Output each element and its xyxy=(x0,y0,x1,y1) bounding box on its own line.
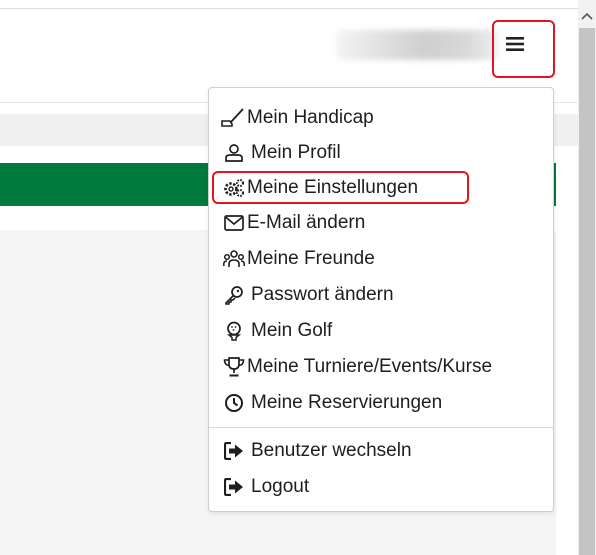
menu-item-label: Benutzer wechseln xyxy=(251,440,412,461)
menu-item-label: Logout xyxy=(251,476,310,497)
menu-item-friends[interactable]: Meine Freunde xyxy=(223,244,543,274)
menu-item-logout[interactable]: Logout xyxy=(223,472,543,502)
handicap-icon xyxy=(221,107,245,129)
menu-item-handicap[interactable]: Mein Handicap xyxy=(221,103,543,133)
scrollbar-thumb[interactable] xyxy=(579,28,595,555)
menu-item-label: Mein Handicap xyxy=(247,107,374,128)
logout-icon xyxy=(223,476,245,498)
scroll-up-button[interactable] xyxy=(578,6,596,26)
key-icon xyxy=(223,284,245,306)
menu-item-label: Meine Reservierungen xyxy=(251,392,443,413)
menu-item-tournaments[interactable]: Meine Turniere/Events/Kurse xyxy=(223,352,543,382)
menu-item-reservations[interactable]: Meine Reservierungen xyxy=(223,388,543,418)
menu-item-label: E-Mail ändern xyxy=(247,212,366,233)
menu-item-golf[interactable]: Mein Golf xyxy=(223,316,543,346)
trophy-icon xyxy=(223,356,245,378)
envelope-icon xyxy=(223,212,245,234)
switch-user-icon xyxy=(223,440,245,462)
top-border xyxy=(0,8,578,9)
menu-item-password[interactable]: Passwort ändern xyxy=(223,280,543,310)
highlight-menu-toggle xyxy=(492,20,555,78)
menu-item-label: Passwort ändern xyxy=(251,284,394,305)
menu-item-label: Meine Turniere/Events/Kurse xyxy=(247,356,493,377)
menu-item-label: Mein Profil xyxy=(251,142,341,163)
menu-divider xyxy=(209,427,553,428)
user-dropdown-menu: Mein Handicap Mein Profil Meine Einstell… xyxy=(208,87,554,512)
menu-item-switch-user[interactable]: Benutzer wechseln xyxy=(223,436,543,466)
user-icon xyxy=(223,142,245,164)
menu-item-email[interactable]: E-Mail ändern xyxy=(223,208,543,238)
highlight-settings-item xyxy=(212,171,469,204)
chevron-up-icon xyxy=(581,12,593,20)
menu-item-label: Mein Golf xyxy=(251,320,333,341)
blurred-username xyxy=(336,30,498,60)
menu-item-profile[interactable]: Mein Profil xyxy=(223,138,543,168)
golf-tee-icon xyxy=(223,320,245,342)
clock-icon xyxy=(223,392,245,414)
menu-item-label: Meine Freunde xyxy=(247,248,375,269)
friends-icon xyxy=(223,248,245,270)
